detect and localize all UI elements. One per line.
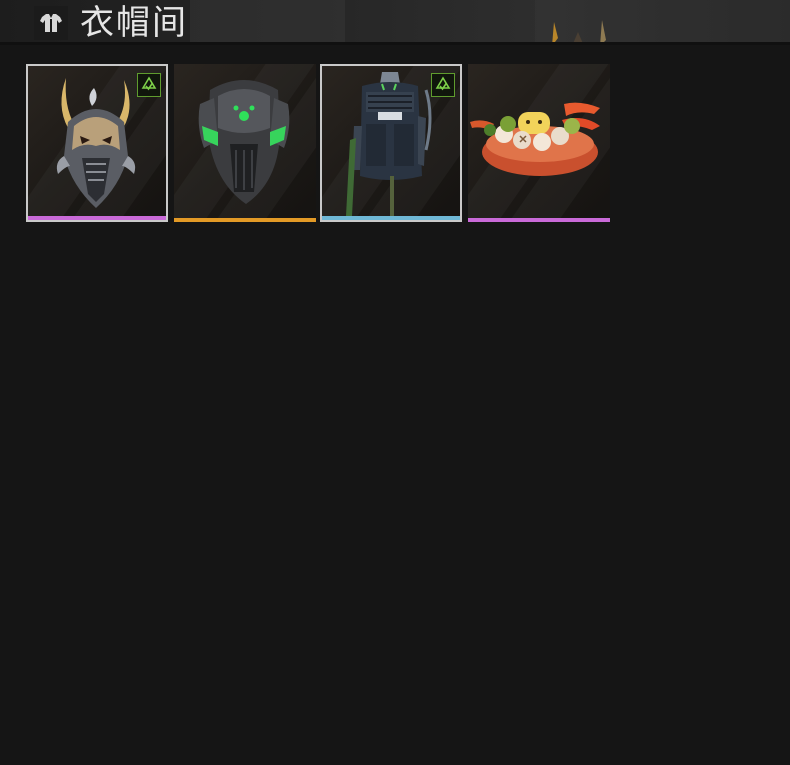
rarity-bar bbox=[468, 218, 610, 222]
item-card-food-plate[interactable] bbox=[468, 64, 610, 222]
wardrobe-shirt-icon bbox=[34, 6, 68, 40]
upgrade-badge-icon bbox=[431, 73, 455, 97]
rarity-bar bbox=[174, 218, 316, 222]
header-decoration bbox=[552, 20, 606, 45]
food-plate-icon bbox=[470, 102, 600, 176]
upgrade-badge-icon bbox=[137, 73, 161, 97]
page-title: 衣帽间 bbox=[80, 3, 188, 43]
item-card-green-armor-vest[interactable] bbox=[174, 64, 316, 222]
rarity-bar bbox=[28, 216, 166, 220]
header-bar: 衣帽间 bbox=[0, 0, 790, 45]
header-bg-panel bbox=[190, 0, 345, 45]
rarity-bar bbox=[322, 216, 460, 220]
item-card-tactical-backpack[interactable] bbox=[320, 64, 462, 222]
armor-vest-icon bbox=[198, 80, 290, 204]
item-card-dragon-mask[interactable] bbox=[26, 64, 168, 222]
